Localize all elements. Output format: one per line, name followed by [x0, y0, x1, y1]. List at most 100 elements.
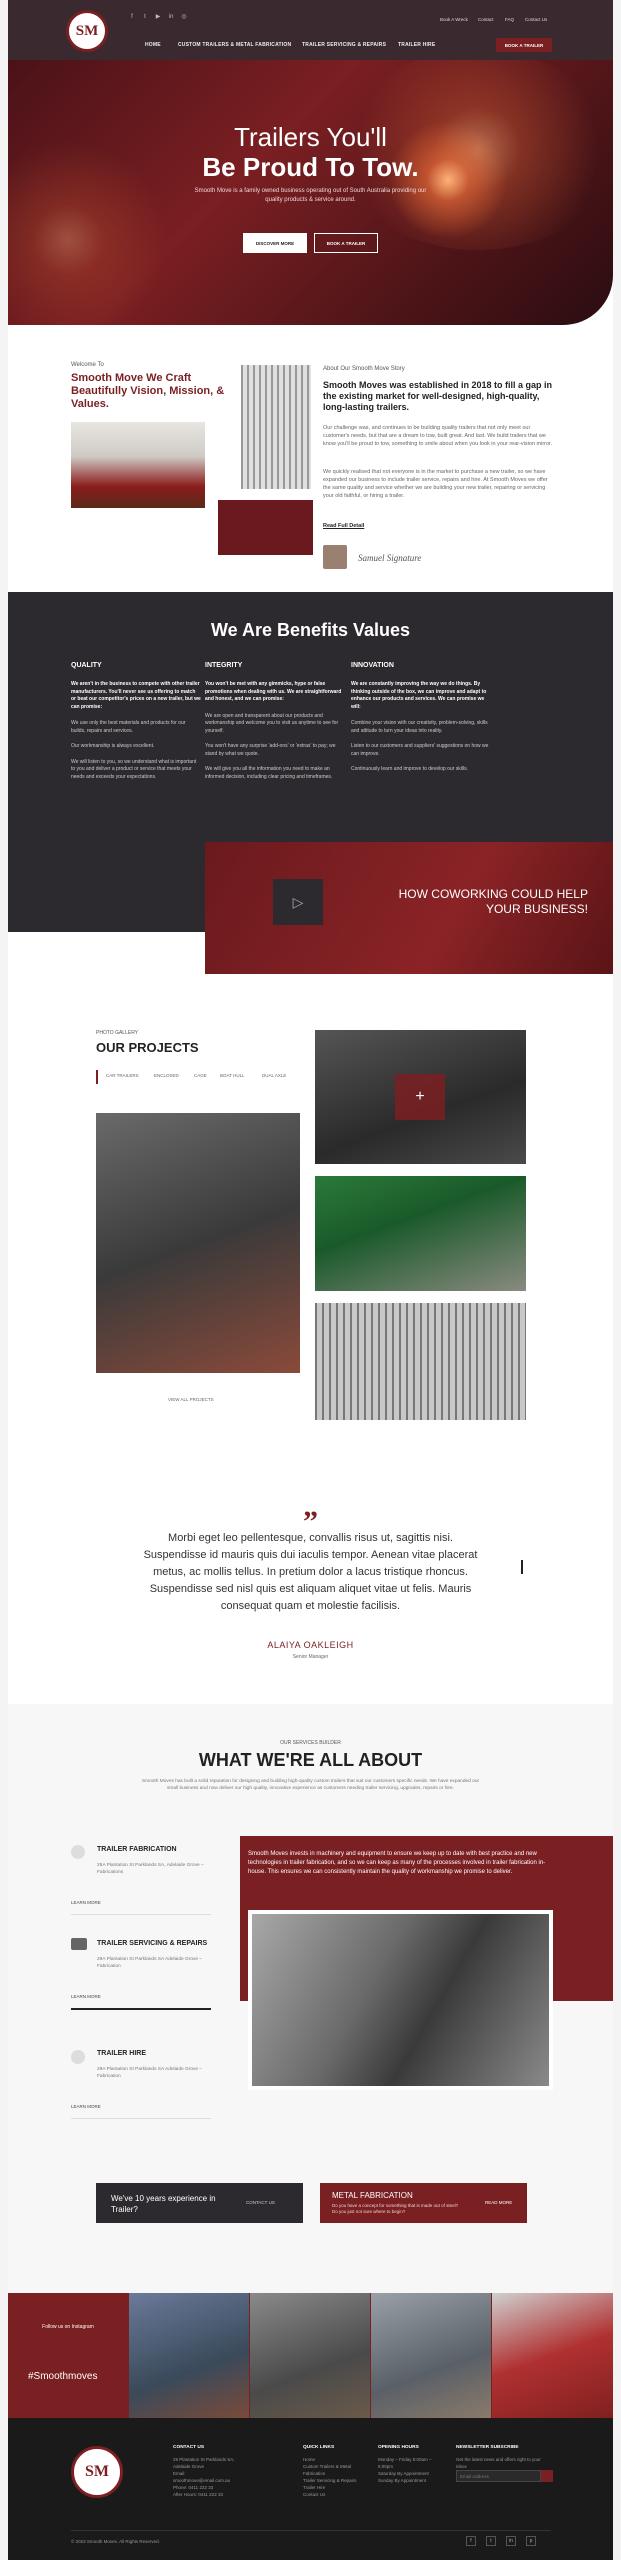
top-link-contact[interactable]: Contact: [478, 17, 494, 22]
footer-phone[interactable]: Phone: 0411 222 33: [173, 2484, 253, 2491]
experience-text: We've 10 years experience in Trailer?: [111, 2194, 216, 2214]
services-intro: Smooth Moves has built a solid reputatio…: [141, 1779, 480, 1791]
instagram-hashtag[interactable]: #Smoothmoves: [28, 2371, 97, 2382]
footer-link[interactable]: Home: [303, 2456, 368, 2463]
footer-hours: Monday – Friday 8:00am – 5:00pm Saturday…: [378, 2456, 438, 2484]
read-full-detail-link[interactable]: Read Full Detail: [323, 523, 364, 529]
instagram-icon[interactable]: ◎: [180, 13, 188, 21]
metal-fab-text: Do you have a concept for something that…: [332, 2203, 459, 2214]
play-icon[interactable]: ▷: [273, 879, 323, 925]
footer-address: 29 Plantation St Parklands SA, Adelaide …: [173, 2457, 235, 2469]
workshop-photo: [252, 1914, 549, 2086]
benefit-lead: You won't be met with any gimmicks, hype…: [205, 681, 342, 702]
tab-boat-hull[interactable]: BOAT HULL: [220, 1073, 245, 1078]
benefit-text: Our workmanship is always excellent.: [71, 743, 155, 749]
footer-logo[interactable]: SM: [71, 2446, 123, 2498]
discover-more-button[interactable]: DISCOVER MORE: [243, 233, 307, 253]
footer-links: Home Custom Trailers & Metal Fabrication…: [303, 2456, 368, 2498]
cage-trailer-photo: [241, 365, 311, 489]
projects-label: PHOTO GALLERY: [96, 1030, 139, 1036]
instagram-section: Follow us on Instagram #Smoothmoves: [8, 2293, 613, 2418]
welcome-heading: Smooth Move We Craft Beautifully Vision,…: [71, 372, 225, 410]
top-link-contact-us[interactable]: Contact Us: [525, 17, 547, 22]
footer-contact-heading: CONTACT US: [173, 2445, 205, 2450]
instagram-photo-3[interactable]: [371, 2293, 491, 2418]
footer-contact: 29 Plantation St Parklands SA, Adelaide …: [173, 2456, 253, 2498]
divider: [71, 1914, 211, 1915]
footer-linkedin-icon[interactable]: in: [506, 2536, 516, 2546]
testimonial-text: Morbi eget leo pellentesque, convallis r…: [143, 1532, 478, 1612]
service-address: 29A Plantation St Parklands SA Adelaide …: [97, 2067, 203, 2079]
instagram-photo-2[interactable]: [250, 2293, 370, 2418]
benefit-lead: We aren't in the business to compete wit…: [71, 681, 201, 710]
learn-more-link[interactable]: LEARN MORE: [71, 1900, 101, 1905]
newsletter-submit-button[interactable]: [541, 2470, 553, 2482]
tab-indicator: [96, 1070, 98, 1084]
metal-fab-title: METAL FABRICATION: [332, 2191, 413, 2200]
benefit-text: You won't have any surprise 'add-ons' or…: [205, 743, 336, 757]
facebook-icon[interactable]: f: [128, 13, 136, 21]
plus-icon[interactable]: +: [395, 1074, 445, 1120]
hero-title-line2: Be Proud To Tow.: [202, 152, 419, 182]
story-paragraph-1: Our challenge was, and continues to be b…: [323, 425, 553, 447]
footer-link[interactable]: Custom Trailers & Metal Fabrication: [303, 2463, 368, 2477]
experience-cta: We've 10 years experience in Trailer? CO…: [96, 2183, 303, 2223]
benefit-integrity: INTEGRITY You won't be met with any gimm…: [205, 662, 345, 781]
project-photo-enclosed[interactable]: +: [315, 1030, 526, 1164]
signature: Samuel Signature: [358, 553, 422, 563]
top-link-book[interactable]: Book A Wreck: [440, 17, 468, 22]
benefit-text: Continuously learn and improve to develo…: [351, 766, 469, 772]
tab-dual-axle[interactable]: DUAL AXLE: [262, 1073, 286, 1078]
footer-logo-text: SM: [85, 2463, 109, 2480]
hero-subtitle: Smooth Move is a family owned business o…: [194, 188, 427, 203]
learn-more-link[interactable]: LEARN MORE: [71, 2104, 101, 2109]
tab-car-trailers[interactable]: CAR TRAILERS: [106, 1073, 139, 1078]
view-all-projects-link[interactable]: VIEW ALL PROJECTS: [168, 1397, 214, 1402]
benefit-title: INNOVATION: [351, 662, 394, 669]
footer-link[interactable]: Trailer Hire: [303, 2484, 368, 2491]
learn-more-link[interactable]: LEARN MORE: [71, 1994, 101, 1999]
slider-indicator[interactable]: [521, 1560, 523, 1574]
nav-servicing[interactable]: TRAILER SERVICING & REPAIRS: [302, 42, 386, 48]
footer-link[interactable]: Contact Us: [303, 2491, 368, 2498]
projects-heading: OUR PROJECTS: [96, 1040, 199, 1055]
book-trailer-button[interactable]: BOOK A TRAILER: [496, 38, 552, 52]
tab-cage[interactable]: CAGE: [194, 1073, 207, 1078]
footer-links-heading: QUICK LINKS: [303, 2445, 335, 2450]
workshop-photo-frame: [248, 1910, 553, 2090]
youtube-icon[interactable]: ▶: [154, 13, 162, 21]
instagram-photo-1[interactable]: [129, 2293, 249, 2418]
copyright: © 2023 Smooth Moves. All Rights Reserved…: [71, 2539, 160, 2544]
nav-home[interactable]: HOME: [145, 42, 161, 48]
nav-hire[interactable]: TRAILER HIRE: [398, 42, 435, 48]
project-photo-cage[interactable]: [315, 1303, 526, 1420]
benefit-innovation: INNOVATION We are constantly improving t…: [351, 662, 491, 774]
footer-facebook-icon[interactable]: f: [466, 2536, 476, 2546]
story-paragraph-2: We quickly realised that not everyone is…: [323, 469, 548, 499]
logo-text: SM: [75, 22, 99, 39]
instagram-photo-4[interactable]: [492, 2293, 613, 2418]
accent-block: [218, 500, 313, 555]
hero-book-trailer-button[interactable]: BOOK A TRAILER: [314, 233, 378, 253]
footer-twitter-icon[interactable]: t: [486, 2536, 496, 2546]
trailer-photo: [71, 422, 205, 508]
site-logo[interactable]: SM: [66, 10, 108, 52]
nav-custom-trailers[interactable]: CUSTOM TRAILERS & METAL FABRICATION: [178, 42, 291, 48]
twitter-icon[interactable]: t: [141, 13, 149, 21]
linkedin-icon[interactable]: in: [167, 13, 175, 21]
read-more-button[interactable]: READ MORE: [485, 2200, 512, 2205]
footer-pinterest-icon[interactable]: p: [526, 2536, 536, 2546]
benefits-section: We Are Benefits Values QUALITY We aren't…: [8, 592, 613, 974]
newsletter-email-input[interactable]: [456, 2470, 541, 2482]
tab-enclosed[interactable]: ENCLOSED: [154, 1073, 179, 1078]
story-heading: Smooth Moves was established in 2018 to …: [323, 380, 553, 412]
project-photo-green[interactable]: [315, 1176, 526, 1291]
story-label: About Our Smooth Move Story: [323, 366, 405, 372]
footer-link[interactable]: Trailer Servicing & Repairs: [303, 2477, 368, 2484]
contact-us-button[interactable]: CONTACT US: [246, 2200, 275, 2205]
project-photo-car-trailer[interactable]: [96, 1113, 300, 1373]
footer-email[interactable]: smoothmove@email.com.au: [173, 2477, 253, 2484]
top-link-faq[interactable]: FAQ: [505, 17, 514, 22]
benefits-heading: We Are Benefits Values: [210, 620, 411, 640]
benefit-quality: QUALITY We aren't in the business to com…: [71, 662, 201, 781]
